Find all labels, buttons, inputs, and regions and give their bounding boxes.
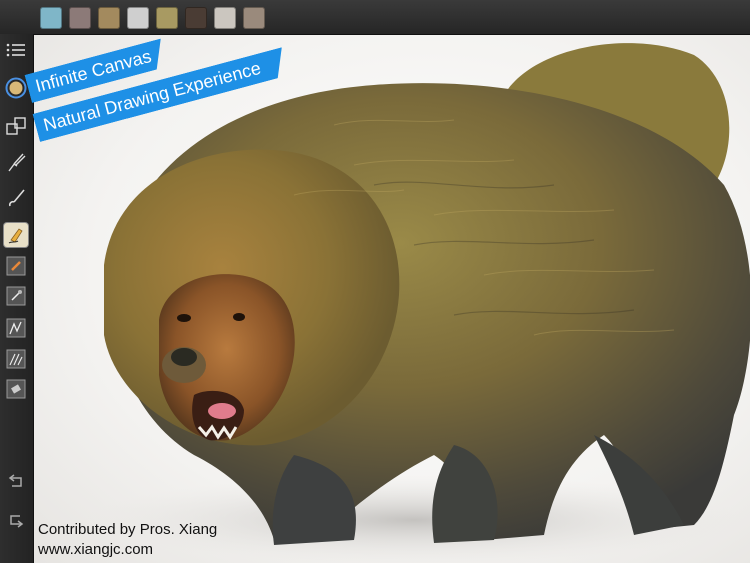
tool-sidebar	[0, 34, 34, 563]
website-credit: www.xiangjc.com	[38, 541, 154, 558]
layers-icon[interactable]	[4, 114, 28, 138]
color-swatch-5[interactable]	[156, 7, 178, 29]
menu-icon[interactable]	[4, 38, 28, 62]
color-swatch-7[interactable]	[214, 7, 236, 29]
redo-icon[interactable]	[4, 508, 28, 532]
color-palette-bar	[0, 0, 750, 35]
ink-pen-icon[interactable]	[4, 316, 28, 340]
color-swatch-4[interactable]	[127, 7, 149, 29]
contributor-credit: Contributed by Pros. Xiang	[38, 521, 218, 538]
color-swatch-6[interactable]	[185, 7, 207, 29]
smudge-brush-icon[interactable]	[4, 150, 28, 174]
pencil-icon[interactable]	[4, 254, 28, 278]
swatch-row	[40, 7, 265, 29]
color-swatch-3[interactable]	[98, 7, 120, 29]
undo-icon[interactable]	[4, 470, 28, 494]
color-circle-icon[interactable]	[4, 76, 28, 100]
color-swatch-2[interactable]	[69, 7, 91, 29]
brush-icon[interactable]	[4, 186, 28, 210]
eraser-icon[interactable]	[4, 377, 28, 401]
airbrush-icon[interactable]	[4, 284, 28, 308]
fine-pen-icon[interactable]	[4, 347, 28, 371]
marker-icon[interactable]	[4, 223, 28, 247]
color-swatch-1[interactable]	[40, 7, 62, 29]
color-swatch-8[interactable]	[243, 7, 265, 29]
